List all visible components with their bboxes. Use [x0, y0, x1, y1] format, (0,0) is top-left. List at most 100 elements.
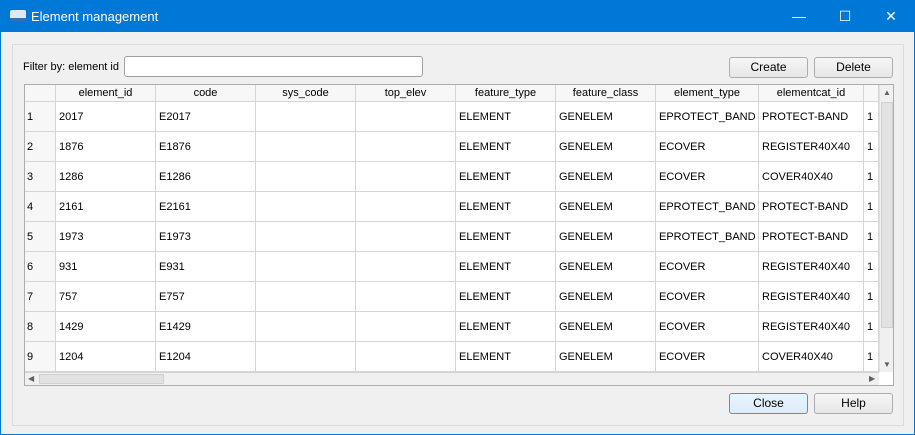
delete-button[interactable]: Delete [814, 57, 893, 78]
table-cell[interactable]: COVER40X40 [759, 342, 864, 372]
table-cell[interactable]: GENELEM [556, 282, 656, 312]
table-cell[interactable]: REGISTER40X40 [759, 132, 864, 162]
table-cell[interactable]: ECOVER [656, 162, 759, 192]
table-cell[interactable]: E1876 [156, 132, 256, 162]
table-cell[interactable]: EPROTECT_BAND [656, 222, 759, 252]
table-cell[interactable] [256, 282, 356, 312]
table-cell[interactable]: 1 [864, 252, 879, 282]
table-cell[interactable]: 1 [864, 162, 879, 192]
table-cell[interactable]: GENELEM [556, 252, 656, 282]
table-cell[interactable] [256, 252, 356, 282]
table-cell[interactable]: PROTECT-BAND [759, 222, 864, 252]
table-cell[interactable] [256, 222, 356, 252]
table-cell[interactable]: E1204 [156, 342, 256, 372]
table-cell[interactable]: ELEMENT [456, 102, 556, 132]
row-header[interactable]: 7 [25, 282, 56, 312]
table-cell[interactable]: E2017 [156, 102, 256, 132]
scroll-right-icon[interactable]: ▶ [869, 374, 875, 383]
row-header[interactable]: 9 [25, 342, 56, 372]
vertical-scrollbar[interactable]: ▲ ▼ [879, 85, 893, 372]
table-cell[interactable] [356, 162, 456, 192]
table-cell[interactable] [356, 252, 456, 282]
row-header[interactable]: 8 [25, 312, 56, 342]
table-cell[interactable] [356, 222, 456, 252]
table-cell[interactable]: ELEMENT [456, 252, 556, 282]
table-cell[interactable]: ECOVER [656, 342, 759, 372]
table-cell[interactable]: 1 [864, 132, 879, 162]
close-window-button[interactable]: ✕ [868, 1, 914, 32]
table-cell[interactable] [256, 312, 356, 342]
table-cell[interactable]: E1973 [156, 222, 256, 252]
table-cell[interactable]: 1286 [56, 162, 156, 192]
column-header[interactable]: element_type [656, 85, 759, 102]
table-cell[interactable]: REGISTER40X40 [759, 282, 864, 312]
table-cell[interactable]: REGISTER40X40 [759, 312, 864, 342]
column-header[interactable]: feature_class [556, 85, 656, 102]
table-cell[interactable]: E931 [156, 252, 256, 282]
table-cell[interactable]: 1 [864, 222, 879, 252]
table-cell[interactable]: GENELEM [556, 192, 656, 222]
table-cell[interactable]: GENELEM [556, 102, 656, 132]
table-cell[interactable] [356, 282, 456, 312]
row-header[interactable]: 5 [25, 222, 56, 252]
table-cell[interactable]: 1 [864, 342, 879, 372]
table-cell[interactable]: 1204 [56, 342, 156, 372]
column-header[interactable]: element_id [56, 85, 156, 102]
table-cell[interactable]: COVER40X40 [759, 162, 864, 192]
table-cell[interactable] [256, 102, 356, 132]
table-cell[interactable]: ELEMENT [456, 342, 556, 372]
table-cell[interactable] [256, 342, 356, 372]
table-cell[interactable]: 1 [864, 282, 879, 312]
table-cell[interactable]: EPROTECT_BAND [656, 102, 759, 132]
table-cell[interactable] [356, 102, 456, 132]
row-header[interactable]: 6 [25, 252, 56, 282]
table-cell[interactable]: 1429 [56, 312, 156, 342]
table-cell[interactable]: ELEMENT [456, 192, 556, 222]
scroll-left-icon[interactable]: ◀ [28, 374, 34, 383]
close-button[interactable]: Close [729, 393, 808, 414]
table-cell[interactable]: 1 [864, 312, 879, 342]
table-cell[interactable]: GENELEM [556, 222, 656, 252]
table-cell[interactable]: 1973 [56, 222, 156, 252]
row-header[interactable]: 1 [25, 102, 56, 132]
corner-header[interactable] [25, 85, 56, 102]
table-cell[interactable] [356, 192, 456, 222]
table-cell[interactable] [356, 342, 456, 372]
table-cell[interactable]: PROTECT-BAND [759, 102, 864, 132]
table-cell[interactable]: E2161 [156, 192, 256, 222]
table-cell[interactable]: ELEMENT [456, 162, 556, 192]
table-cell[interactable]: 931 [56, 252, 156, 282]
column-header[interactable]: feature_type [456, 85, 556, 102]
column-header[interactable]: elementcat_id [759, 85, 864, 102]
table-cell[interactable]: 2161 [56, 192, 156, 222]
scroll-down-icon[interactable]: ▼ [883, 360, 891, 369]
table-cell[interactable]: PROTECT-BAND [759, 192, 864, 222]
table-cell[interactable]: 1 [864, 102, 879, 132]
horizontal-scroll-thumb[interactable] [39, 374, 164, 384]
table-cell[interactable] [356, 132, 456, 162]
column-header[interactable]: sys_code [256, 85, 356, 102]
column-header[interactable]: code [156, 85, 256, 102]
table-cell[interactable]: GENELEM [556, 312, 656, 342]
create-button[interactable]: Create [729, 57, 808, 78]
vertical-scroll-thumb[interactable] [881, 102, 893, 328]
column-header[interactable]: top_elev [356, 85, 456, 102]
table-cell[interactable]: ECOVER [656, 312, 759, 342]
table-cell[interactable] [356, 312, 456, 342]
table-cell[interactable]: E1429 [156, 312, 256, 342]
horizontal-scrollbar[interactable]: ◀ ▶ [25, 372, 879, 385]
table-cell[interactable]: E1286 [156, 162, 256, 192]
scroll-up-icon[interactable]: ▲ [883, 88, 891, 97]
help-button[interactable]: Help [814, 393, 893, 414]
row-header[interactable]: 3 [25, 162, 56, 192]
column-header[interactable] [864, 85, 879, 102]
table-cell[interactable]: E757 [156, 282, 256, 312]
filter-input[interactable] [124, 56, 423, 77]
table-cell[interactable]: GENELEM [556, 342, 656, 372]
table-cell[interactable] [256, 192, 356, 222]
table-cell[interactable]: GENELEM [556, 132, 656, 162]
table-cell[interactable]: 1876 [56, 132, 156, 162]
minimize-button[interactable]: — [776, 1, 822, 32]
table-cell[interactable]: REGISTER40X40 [759, 252, 864, 282]
row-header[interactable]: 4 [25, 192, 56, 222]
